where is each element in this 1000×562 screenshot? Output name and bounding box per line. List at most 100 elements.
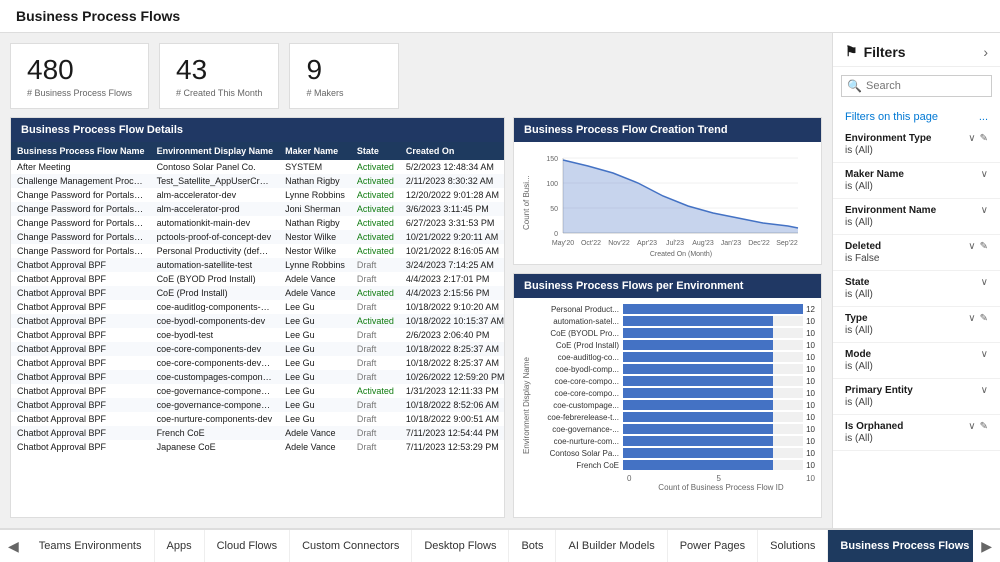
bar-fill xyxy=(623,412,773,422)
table-row[interactable]: Change Password for Portals Contactalm-a… xyxy=(11,202,504,216)
table-row[interactable]: Chatbot Approval BPFcoe-governance-compo… xyxy=(11,384,504,398)
table-row[interactable]: Chatbot Approval BPFcoe-nurture-componen… xyxy=(11,412,504,426)
filter-value: is (All) xyxy=(845,325,988,336)
chevron-down-icon[interactable]: ∨ xyxy=(981,385,988,396)
table-row[interactable]: Chatbot Approval BPFcoe-byodl-components… xyxy=(11,314,504,328)
trend-chart-content: Count of Busi... 150 100 50 xyxy=(514,142,821,264)
tab-desktop-flows[interactable]: Desktop Flows xyxy=(412,530,509,562)
filter-header[interactable]: Is Orphaned ∨ ✎ xyxy=(845,421,988,432)
bar-chart-row: French CoE 10 xyxy=(533,460,815,470)
trend-chart-svg: 150 100 50 0 xyxy=(533,148,803,258)
filter-header[interactable]: Primary Entity ∨ xyxy=(845,385,988,396)
tab-cloud-flows[interactable]: Cloud Flows xyxy=(205,530,291,562)
table-row[interactable]: Chatbot Approval BPFcoe-core-components-… xyxy=(11,342,504,356)
table-row[interactable]: After MeetingContoso Solar Panel Co.SYST… xyxy=(11,160,504,174)
bar-label: Personal Product... xyxy=(533,305,623,314)
chevron-down-icon[interactable]: ∨ xyxy=(981,169,988,180)
table-row[interactable]: Chatbot Approval BPFcoe-byodl-testLee Gu… xyxy=(11,328,504,342)
table-row[interactable]: Challenge Management ProcessTest_Satelli… xyxy=(11,174,504,188)
next-tab-arrow[interactable]: ▶ xyxy=(973,530,1000,562)
prev-tab-arrow[interactable]: ◀ xyxy=(0,530,27,562)
bar-value: 10 xyxy=(806,413,815,422)
bar-fill xyxy=(623,376,773,386)
bar-fill xyxy=(623,460,773,470)
bar-track xyxy=(623,328,803,338)
edit-icon[interactable]: ✎ xyxy=(980,241,988,252)
svg-text:100: 100 xyxy=(546,181,558,188)
table-row[interactable]: Chatbot Approval BPFCoE (Prod Install)Ad… xyxy=(11,286,504,300)
bar-track xyxy=(623,448,803,458)
bar-label: CoE (BYODL Pro... xyxy=(533,329,623,338)
filter-name: Maker Name xyxy=(845,169,904,180)
chevron-down-icon[interactable]: ∨ xyxy=(981,277,988,288)
table-row[interactable]: Chatbot Approval BPFcoe-auditlog-compone… xyxy=(11,300,504,314)
kpi-row: 480# Business Process Flows43# Created T… xyxy=(10,43,822,109)
filter-actions: ∨ xyxy=(981,385,988,396)
filter-header[interactable]: Environment Type ∨ ✎ xyxy=(845,133,988,144)
chevron-down-icon[interactable]: ∨ xyxy=(981,349,988,360)
edit-icon[interactable]: ✎ xyxy=(980,421,988,432)
bar-yaxis-label: Environment Display Name xyxy=(520,304,533,507)
table-row[interactable]: Chatbot Approval BPFCoE (BYOD Prod Insta… xyxy=(11,272,504,286)
tabs-bar: ◀ Teams EnvironmentsAppsCloud FlowsCusto… xyxy=(0,528,1000,562)
bar-label: coe-byodl-comp... xyxy=(533,365,623,374)
chevron-down-icon[interactable]: ∨ xyxy=(968,421,975,432)
tab-bots[interactable]: Bots xyxy=(509,530,556,562)
table-row[interactable]: Chatbot Approval BPFcoe-core-components-… xyxy=(11,356,504,370)
chevron-down-icon[interactable]: ∨ xyxy=(968,133,975,144)
table-row[interactable]: Chatbot Approval BPFFrench CoEAdele Vanc… xyxy=(11,426,504,440)
filter-header[interactable]: Maker Name ∨ xyxy=(845,169,988,180)
filter-header[interactable]: Deleted ∨ ✎ xyxy=(845,241,988,252)
table-scroll[interactable]: Business Process Flow NameEnvironment Di… xyxy=(11,142,504,517)
tab-apps[interactable]: Apps xyxy=(155,530,205,562)
svg-text:Sep'22: Sep'22 xyxy=(776,240,798,247)
bar-label: coe-nurture-com... xyxy=(533,437,623,446)
table-row[interactable]: Change Password for Portals Contactautom… xyxy=(11,216,504,230)
close-icon[interactable]: › xyxy=(983,44,988,60)
chevron-down-icon[interactable]: ∨ xyxy=(981,205,988,216)
bar-value: 10 xyxy=(806,341,815,350)
bar-value: 10 xyxy=(806,389,815,398)
bar-chart-row: coe-core-compo... 10 xyxy=(533,388,815,398)
table-row[interactable]: Chatbot Approval BPFJapanese CoEAdele Va… xyxy=(11,440,504,454)
filter-item-7: Primary Entity ∨ is (All) xyxy=(833,379,1000,415)
filter-header[interactable]: Mode ∨ xyxy=(845,349,988,360)
main-area: 480# Business Process Flows43# Created T… xyxy=(0,33,1000,528)
edit-icon[interactable]: ✎ xyxy=(980,313,988,324)
table-row[interactable]: Change Password for Portals Contactalm-a… xyxy=(11,188,504,202)
chevron-down-icon[interactable]: ∨ xyxy=(968,241,975,252)
table-panel-header: Business Process Flow Details xyxy=(11,118,504,142)
table-row[interactable]: Change Password for Portals ContactPerso… xyxy=(11,244,504,258)
table-row[interactable]: Change Password for Portals Contactpctoo… xyxy=(11,230,504,244)
tab-custom-connectors[interactable]: Custom Connectors xyxy=(290,530,412,562)
table-col-header: Environment Display Name xyxy=(151,142,280,160)
filter-name: Mode xyxy=(845,349,871,360)
filter-header[interactable]: Type ∨ ✎ xyxy=(845,313,988,324)
bar-label: coe-febrerelease-t... xyxy=(533,413,623,422)
top-bar: Business Process Flows xyxy=(0,0,1000,33)
filter-header[interactable]: State ∨ xyxy=(845,277,988,288)
filter-item-4: State ∨ is (All) xyxy=(833,271,1000,307)
bar-label: coe-core-compo... xyxy=(533,389,623,398)
table-row[interactable]: Chatbot Approval BPFcoe-custompages-comp… xyxy=(11,370,504,384)
page-title: Business Process Flows xyxy=(16,8,180,24)
bar-fill xyxy=(623,388,773,398)
filter-value: is (All) xyxy=(845,433,988,444)
bar-value: 10 xyxy=(806,317,815,326)
bar-fill xyxy=(623,364,773,374)
tab-business-process-flows[interactable]: Business Process Flows xyxy=(828,530,973,562)
search-input[interactable] xyxy=(841,75,992,97)
table-row[interactable]: Chatbot Approval BPFcoe-governance-compo… xyxy=(11,398,504,412)
content-area: 480# Business Process Flows43# Created T… xyxy=(0,33,832,528)
filter-name: Environment Name xyxy=(845,205,936,216)
chevron-down-icon[interactable]: ∨ xyxy=(968,313,975,324)
table-row[interactable]: Chatbot Approval BPFautomation-satellite… xyxy=(11,258,504,272)
tab-solutions[interactable]: Solutions xyxy=(758,530,828,562)
filter-header[interactable]: Environment Name ∨ xyxy=(845,205,988,216)
svg-text:Jan'23: Jan'23 xyxy=(721,240,742,247)
tab-ai-builder-models[interactable]: AI Builder Models xyxy=(556,530,667,562)
tab-teams-environments[interactable]: Teams Environments xyxy=(27,530,155,562)
tab-power-pages[interactable]: Power Pages xyxy=(668,530,758,562)
filter-item-0: Environment Type ∨ ✎ is (All) xyxy=(833,127,1000,163)
edit-icon[interactable]: ✎ xyxy=(980,133,988,144)
